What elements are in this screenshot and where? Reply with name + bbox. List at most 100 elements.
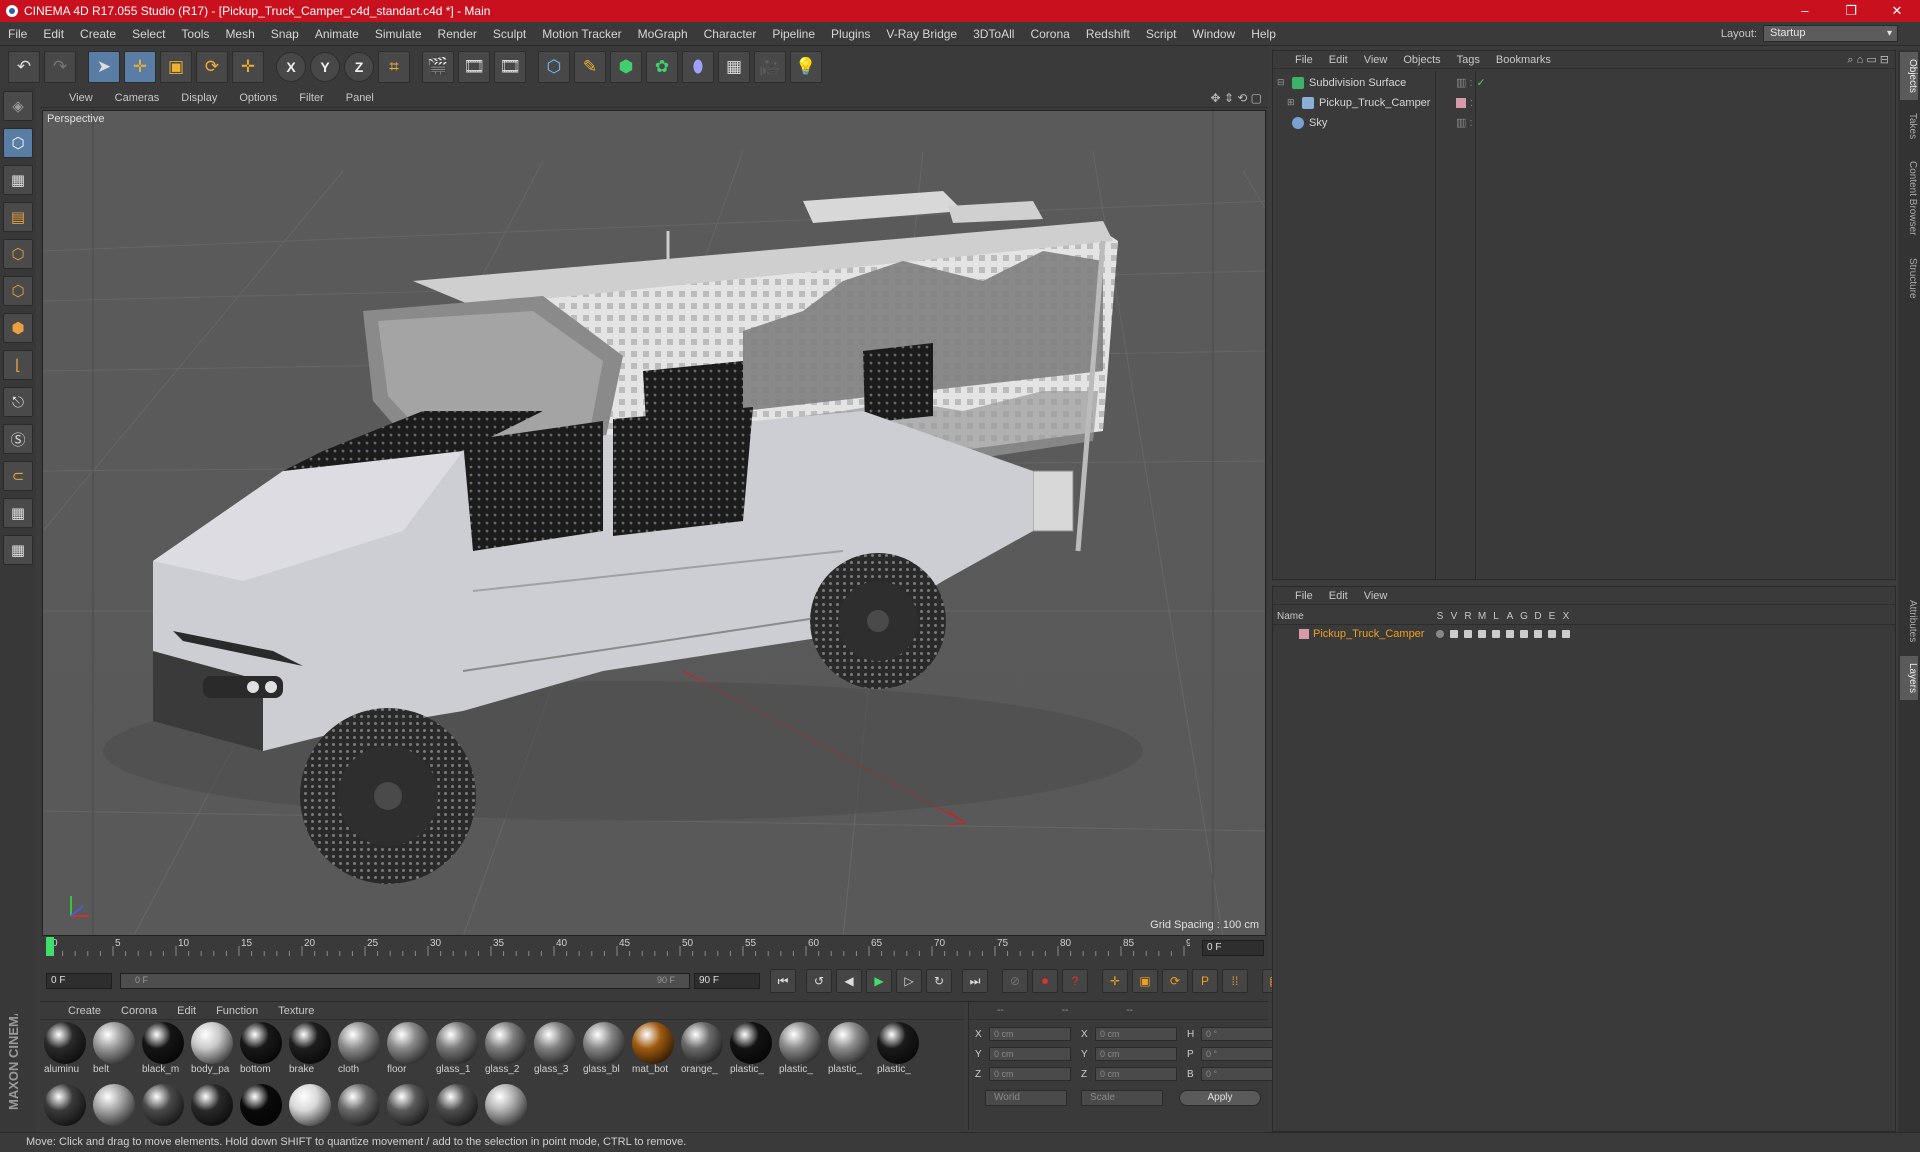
material-swatch[interactable]: glass_bl bbox=[581, 1022, 627, 1080]
object-name[interactable]: Sky bbox=[1309, 117, 1449, 129]
size-z-field[interactable]: 0 cm bbox=[1095, 1067, 1177, 1081]
render-to-picture-viewer-icon[interactable]: 🎞 bbox=[458, 51, 490, 83]
rot-p-field[interactable]: 0 ° bbox=[1201, 1047, 1283, 1061]
redo-button[interactable]: ↷ bbox=[44, 51, 76, 83]
material-swatch[interactable]: mat_bot bbox=[630, 1022, 676, 1080]
material-swatch[interactable]: glass_2 bbox=[483, 1022, 529, 1080]
record-disabled-icon[interactable]: ⊘ bbox=[1002, 969, 1028, 993]
menu-script[interactable]: Script bbox=[1138, 27, 1185, 41]
material-swatch[interactable]: black_m bbox=[140, 1022, 186, 1080]
tab-takes[interactable]: Takes bbox=[1900, 106, 1918, 146]
menu-3dtoall[interactable]: 3DToAll bbox=[965, 27, 1022, 41]
layer-color-swatch[interactable] bbox=[1299, 629, 1309, 639]
tree-expander-icon[interactable]: ⊟ bbox=[1277, 77, 1287, 88]
material-swatch[interactable]: plastic_ bbox=[777, 1022, 823, 1080]
key-scale-button[interactable]: ▣ bbox=[1132, 969, 1158, 993]
current-frame-field[interactable]: 0 F bbox=[1202, 940, 1264, 956]
menu-sculpt[interactable]: Sculpt bbox=[485, 27, 534, 41]
pos-y-field[interactable]: 0 cm bbox=[989, 1047, 1071, 1061]
menu-vray-bridge[interactable]: V-Ray Bridge bbox=[878, 27, 965, 41]
scale-tool-icon[interactable]: ▣ bbox=[160, 51, 192, 83]
grid-snap-icon[interactable]: ▦ bbox=[3, 535, 33, 565]
viewport-menu-options[interactable]: Options bbox=[228, 92, 288, 104]
mograph-cloner-icon[interactable]: ✿ bbox=[646, 51, 678, 83]
coordinate-system-icon[interactable]: ⌗ bbox=[378, 51, 410, 83]
om-menu-edit[interactable]: Edit bbox=[1321, 54, 1356, 66]
size-y-field[interactable]: 0 cm bbox=[1095, 1047, 1177, 1061]
om-menu-objects[interactable]: Objects bbox=[1395, 54, 1448, 66]
workplane-mode-icon[interactable]: ▤ bbox=[3, 202, 33, 232]
autokeying-button[interactable]: ? bbox=[1062, 969, 1088, 993]
menu-character[interactable]: Character bbox=[696, 27, 765, 41]
lock-toggle-icon[interactable] bbox=[1489, 630, 1503, 638]
om-search-tools[interactable]: ⌕ ⌂ ▭ ⊟ bbox=[1847, 53, 1889, 67]
material-swatch[interactable]: floor bbox=[385, 1022, 431, 1080]
tab-objects[interactable]: Objects bbox=[1900, 52, 1918, 100]
menu-tools[interactable]: Tools bbox=[173, 27, 217, 41]
layer-color-swatch[interactable] bbox=[1456, 97, 1466, 108]
render-toggle-icon[interactable] bbox=[1461, 630, 1475, 638]
apply-button[interactable]: Apply bbox=[1179, 1090, 1261, 1106]
key-parameter-button[interactable]: P bbox=[1192, 969, 1218, 993]
animation-toggle-icon[interactable] bbox=[1503, 630, 1517, 638]
record-active-objects-button[interactable]: ⏺ bbox=[1032, 969, 1058, 993]
object-row-sky[interactable]: Sky ▥ : bbox=[1277, 113, 1893, 132]
om-menu-view[interactable]: View bbox=[1356, 54, 1396, 66]
material-swatch[interactable]: orange_ bbox=[679, 1022, 725, 1080]
material-menu-function[interactable]: Function bbox=[206, 1005, 268, 1017]
move-tool-icon[interactable]: ✛ bbox=[124, 51, 156, 83]
y-axis-lock-button[interactable]: Y bbox=[310, 52, 340, 82]
menu-animate[interactable]: Animate bbox=[307, 27, 367, 41]
om-menu-bookmarks[interactable]: Bookmarks bbox=[1488, 54, 1559, 66]
next-frame-button[interactable]: ▷ bbox=[896, 969, 922, 993]
points-mode-icon[interactable]: ⬡ bbox=[3, 239, 33, 269]
cube-primitive-icon[interactable]: ⬡ bbox=[538, 51, 570, 83]
polygons-mode-icon[interactable]: ⬢ bbox=[3, 313, 33, 343]
menu-pipeline[interactable]: Pipeline bbox=[764, 27, 823, 41]
transform-tool-icon[interactable]: ✛ bbox=[232, 51, 264, 83]
rotate-tool-icon[interactable]: ⟳ bbox=[196, 51, 228, 83]
material-swatch[interactable]: plastic_ bbox=[826, 1022, 872, 1080]
model-mode-icon[interactable]: ⬡ bbox=[3, 128, 33, 158]
material-swatch[interactable]: brake bbox=[287, 1022, 333, 1080]
viewport-menu-filter[interactable]: Filter bbox=[288, 92, 334, 104]
perspective-viewport[interactable]: Perspective Grid Spacing : 100 cm bbox=[42, 110, 1266, 936]
key-rotation-button[interactable]: ⟳ bbox=[1162, 969, 1188, 993]
rot-h-field[interactable]: 0 ° bbox=[1201, 1027, 1283, 1041]
minimize-button[interactable]: – bbox=[1782, 0, 1828, 22]
object-name[interactable]: Pickup_Truck_Camper bbox=[1319, 97, 1449, 109]
undo-button[interactable]: ↶ bbox=[8, 51, 40, 83]
x-axis-lock-button[interactable]: X bbox=[276, 52, 306, 82]
viewport-navigation-icons[interactable]: ✥ ⇕ ⟲ ▢ bbox=[1210, 91, 1262, 105]
viewport-menu-panel[interactable]: Panel bbox=[335, 92, 385, 104]
menu-mograph[interactable]: MoGraph bbox=[630, 27, 696, 41]
key-position-button[interactable]: ✛ bbox=[1102, 969, 1128, 993]
material-swatch[interactable]: cloth bbox=[336, 1022, 382, 1080]
menu-plugins[interactable]: Plugins bbox=[823, 27, 878, 41]
tab-layers[interactable]: Layers bbox=[1900, 656, 1918, 700]
render-settings-icon[interactable]: 🎞 bbox=[494, 51, 526, 83]
menu-simulate[interactable]: Simulate bbox=[367, 27, 430, 41]
material-swatch[interactable]: belt bbox=[91, 1022, 137, 1080]
magnet-icon[interactable]: ⊂ bbox=[3, 461, 33, 491]
floor-scene-icon[interactable]: ▦ bbox=[718, 51, 750, 83]
timeline-ruler[interactable]: 051015202530354045505560657075808590 0 F bbox=[40, 936, 1268, 960]
material-swatch[interactable]: bottom bbox=[238, 1022, 284, 1080]
view-toggle-icon[interactable] bbox=[1447, 630, 1461, 638]
material-menu-edit[interactable]: Edit bbox=[167, 1005, 206, 1017]
menu-file[interactable]: File bbox=[0, 27, 35, 41]
spline-pen-icon[interactable]: ✎ bbox=[574, 51, 606, 83]
go-to-start-button[interactable]: ⏮ bbox=[770, 969, 796, 993]
close-button[interactable]: ✕ bbox=[1874, 0, 1920, 22]
key-point-level-button[interactable]: ⁞⁞ bbox=[1222, 969, 1248, 993]
next-key-button[interactable]: ↻ bbox=[926, 969, 952, 993]
tree-expander-icon[interactable]: ⊞ bbox=[1287, 97, 1297, 108]
viewport-menu-view[interactable]: View bbox=[58, 92, 104, 104]
previous-key-button[interactable]: ↺ bbox=[806, 969, 832, 993]
menu-motion-tracker[interactable]: Motion Tracker bbox=[534, 27, 629, 41]
visibility-dots-icon[interactable]: : bbox=[1470, 97, 1473, 109]
texture-mode-icon[interactable]: ▦ bbox=[3, 165, 33, 195]
start-frame-field[interactable]: 0 F bbox=[46, 973, 112, 989]
layout-dropdown[interactable]: Startup bbox=[1763, 25, 1898, 42]
tab-content-browser[interactable]: Content Browser bbox=[1900, 150, 1918, 246]
